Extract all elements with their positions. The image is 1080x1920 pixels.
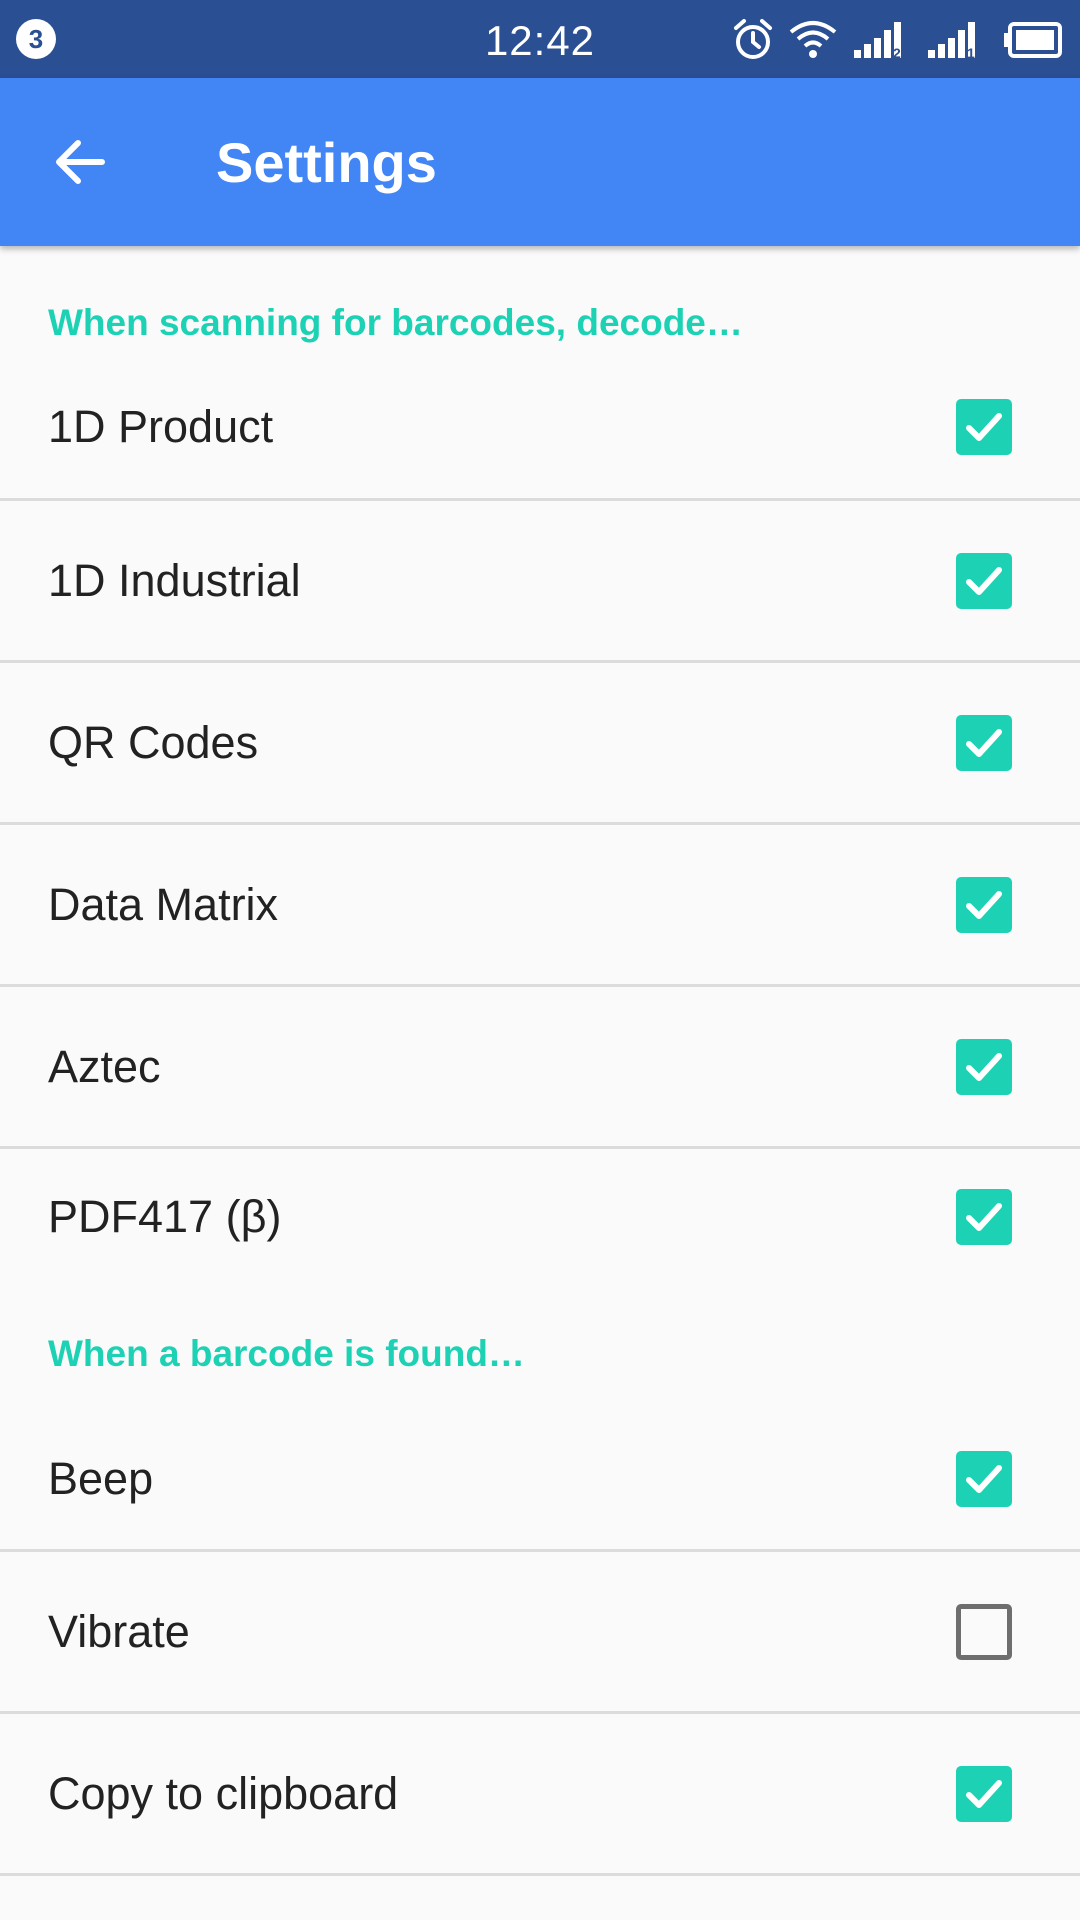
section-header-found: When a barcode is found…: [48, 1333, 525, 1374]
setting-label: Data Matrix: [48, 878, 279, 930]
checkbox-1d-product[interactable]: [956, 399, 1012, 455]
svg-text:1: 1: [967, 45, 975, 61]
check-icon: [966, 890, 1002, 919]
signal-sim2-icon: 1: [928, 22, 975, 61]
wifi-icon: [789, 21, 837, 58]
setting-label: Aztec: [48, 1040, 161, 1092]
setting-label: Vibrate: [48, 1605, 190, 1657]
setting-row-1d-industrial[interactable]: 1D Industrial: [0, 501, 1080, 663]
check-icon: [966, 1465, 1002, 1493]
setting-label: Copy to clipboard: [48, 1767, 399, 1819]
checkbox-copy-to-clipboard[interactable]: [956, 1765, 1012, 1822]
svg-text:2: 2: [893, 45, 901, 61]
check-icon: [966, 1203, 1002, 1231]
status-time: 12:42: [484, 17, 596, 64]
signal-sim1-icon: 2: [854, 22, 901, 61]
battery-icon: [1004, 22, 1062, 58]
status-bar: 3 12:42 2 1: [0, 0, 1080, 78]
setting-row-1d-product[interactable]: 1D Product: [0, 356, 1080, 501]
app-bar: Settings: [0, 78, 1080, 246]
checkbox-data-matrix[interactable]: [956, 876, 1012, 933]
setting-label: QR Codes: [48, 716, 259, 768]
check-icon: [966, 1779, 1002, 1808]
checkbox-aztec[interactable]: [956, 1038, 1012, 1095]
checkbox-vibrate[interactable]: [956, 1603, 1012, 1660]
setting-row-copy-to-clipboard[interactable]: Copy to clipboard: [0, 1714, 1080, 1876]
check-icon: [966, 413, 1002, 441]
setting-row-pdf417[interactable]: PDF417 (β): [0, 1149, 1080, 1305]
checkbox-qr-codes[interactable]: [956, 714, 1012, 771]
setting-row-beep[interactable]: Beep: [0, 1409, 1080, 1552]
check-icon: [966, 566, 1002, 595]
setting-row-vibrate[interactable]: Vibrate: [0, 1552, 1080, 1714]
setting-label: Beep: [48, 1453, 154, 1504]
setting-label: PDF417 (β): [48, 1191, 282, 1242]
checkbox-beep[interactable]: [956, 1451, 1012, 1507]
setting-label: 1D Product: [48, 401, 274, 452]
checkbox-1d-industrial[interactable]: [956, 552, 1012, 609]
check-icon: [966, 728, 1002, 757]
setting-row-aztec[interactable]: Aztec: [0, 987, 1080, 1149]
checkbox-pdf417[interactable]: [956, 1189, 1012, 1245]
setting-row-qr-codes[interactable]: QR Codes: [0, 663, 1080, 825]
setting-row-data-matrix[interactable]: Data Matrix: [0, 825, 1080, 987]
section-header-decode: When scanning for barcodes, decode…: [48, 302, 743, 343]
arrow-back-icon[interactable]: [50, 132, 110, 192]
page-title: Settings: [216, 131, 437, 194]
setting-label: 1D Industrial: [48, 554, 301, 606]
settings-list: When scanning for barcodes, decode… 1D P…: [0, 246, 1080, 1876]
check-icon: [966, 1052, 1002, 1081]
alarm-icon: [734, 19, 772, 59]
